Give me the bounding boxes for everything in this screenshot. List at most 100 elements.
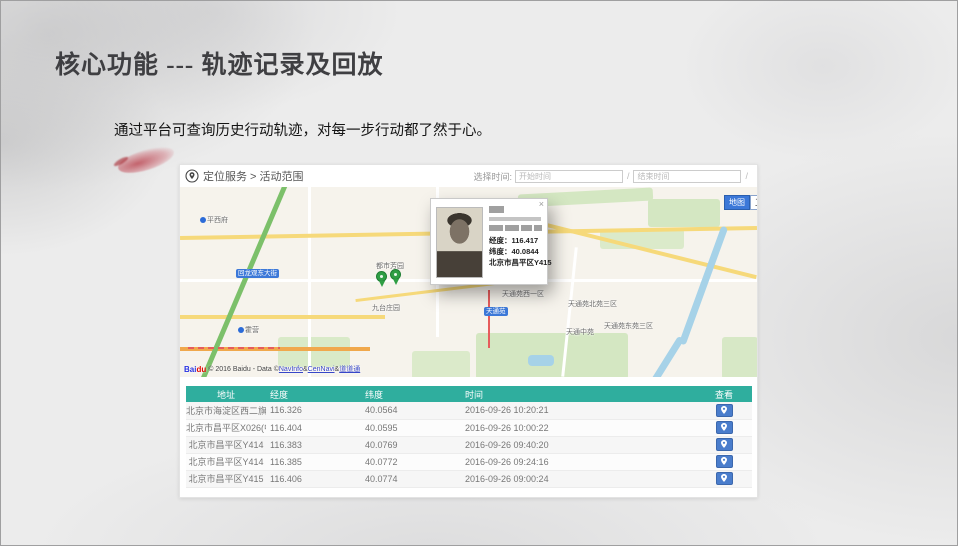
cell-longitude: 116.326 (266, 402, 361, 419)
redacted-datetime (489, 225, 546, 231)
map-label: 天通中苑 (566, 327, 594, 337)
table-header-row: 地址 经度 纬度 时间 查看 (186, 386, 752, 402)
main-road (180, 315, 385, 319)
breadcrumb: 定位服务 > 活动范围 (203, 168, 304, 184)
view-location-button[interactable] (716, 455, 733, 468)
cell-view (696, 436, 752, 453)
time-separator: / (745, 171, 748, 181)
start-time-input[interactable] (515, 170, 623, 183)
map-label: 天通苑北苑三区 (568, 299, 617, 309)
track-pin-marker[interactable] (376, 271, 387, 282)
page-title: 核心功能 --- 轨迹记录及回放 (55, 45, 383, 81)
satellite-view-button[interactable]: 卫星 (750, 195, 757, 210)
cell-latitude: 40.0774 (361, 470, 461, 487)
attribution-link-navinfo[interactable]: NavInfo (279, 366, 303, 373)
attribution-link-daodaotong[interactable]: 道道通 (339, 364, 360, 374)
track-polyline-segment (488, 290, 490, 348)
park-area (648, 199, 720, 227)
baidu-logo: Bai (184, 365, 196, 374)
app-screenshot-panel: 定位服务 > 活动范围 选择时间: / / (179, 164, 758, 498)
time-separator: / (627, 171, 630, 181)
river (647, 336, 685, 377)
attribution-link-cennavi[interactable]: CenNavi (308, 366, 335, 373)
track-table-wrap: 地址 经度 纬度 时间 查看 北京市海淀区西二旗中路 116.326 40.05… (186, 386, 751, 488)
cell-view (696, 470, 752, 487)
view-location-button[interactable] (716, 472, 733, 485)
map-attribution: Bai du © 2016 Baidu - Data © NavInfo & C… (184, 364, 360, 374)
cell-address: 北京市海淀区西二旗中路 (186, 402, 266, 419)
cell-longitude: 116.406 (266, 470, 361, 487)
table-row: 北京市海淀区西二旗中路 116.326 40.0564 2016-09-26 1… (186, 402, 752, 419)
map-label: 天通苑东苑三区 (604, 321, 653, 331)
cell-time: 2016-09-26 10:00:22 (461, 419, 696, 436)
cell-longitude: 116.385 (266, 453, 361, 470)
park-area (278, 337, 350, 367)
table-row: 北京市昌平区Y415 116.406 40.0774 2016-09-26 09… (186, 470, 752, 487)
col-header-latitude: 纬度 (361, 386, 461, 402)
map-label: 平西府 (200, 215, 228, 225)
park-area (412, 351, 470, 377)
cell-view (696, 453, 752, 470)
cell-longitude: 116.404 (266, 419, 361, 436)
map-label: 霍营 (238, 325, 259, 335)
cell-longitude: 116.383 (266, 436, 361, 453)
cell-latitude: 40.0564 (361, 402, 461, 419)
cell-address: 北京市昌平区Y415 (186, 470, 266, 487)
map-pin-icon (720, 457, 728, 466)
park-area (722, 337, 757, 377)
map-label: 回龙观东大街 (236, 269, 279, 278)
cell-latitude: 40.0772 (361, 453, 461, 470)
col-header-address: 地址 (186, 386, 266, 402)
cell-time: 2016-09-26 10:20:21 (461, 402, 696, 419)
cell-time: 2016-09-26 09:00:24 (461, 470, 696, 487)
table-row: 北京市昌平区Y414 116.385 40.0772 2016-09-26 09… (186, 453, 752, 470)
view-location-button[interactable] (716, 421, 733, 434)
time-filter-label: 选择时间: (473, 170, 512, 183)
map-view-button[interactable]: 地图 (724, 195, 750, 210)
track-table: 地址 经度 纬度 时间 查看 北京市海淀区西二旗中路 116.326 40.05… (186, 386, 752, 488)
location-pin-circle-icon (185, 169, 199, 183)
map-canvas[interactable]: 地图 卫星 Bai du © 2016 Baidu - Data © NavIn… (180, 187, 757, 377)
map-label: 天通苑西一区 (502, 289, 544, 299)
cell-address: 北京市昌平区X026(中东路) (186, 419, 266, 436)
map-pin-icon (720, 406, 728, 415)
col-header-longitude: 经度 (266, 386, 361, 402)
attribution-text: © 2016 Baidu - Data © (208, 366, 279, 373)
cell-view (696, 402, 752, 419)
map-type-control: 地图 卫星 (724, 195, 757, 210)
map-pin-icon (720, 440, 728, 449)
map-pin-icon (720, 423, 728, 432)
cell-latitude: 40.0769 (361, 436, 461, 453)
end-time-input[interactable] (633, 170, 741, 183)
redacted-subtitle (489, 217, 541, 221)
cell-time: 2016-09-26 09:24:16 (461, 453, 696, 470)
map-label: 都市芳园 (376, 261, 404, 271)
popup-text-block: 经度：116.417 纬度：40.0844 北京市昌平区Y415 (489, 206, 546, 268)
table-row: 北京市昌平区X026(中东路) 116.404 40.0595 2016-09-… (186, 419, 752, 436)
popup-longitude: 经度：116.417 (489, 235, 546, 246)
track-polyline-segment (188, 347, 280, 349)
view-location-button[interactable] (716, 404, 733, 417)
col-header-time: 时间 (461, 386, 696, 402)
river (679, 226, 728, 346)
app-header: 定位服务 > 活动范围 选择时间: / / (180, 165, 757, 187)
popup-latitude: 纬度：40.0844 (489, 246, 546, 257)
person-photo (436, 207, 483, 278)
table-body: 北京市海淀区西二旗中路 116.326 40.0564 2016-09-26 1… (186, 402, 752, 487)
cell-address: 北京市昌平区Y414 (186, 453, 266, 470)
track-pin-marker[interactable] (390, 269, 401, 280)
map-pin-icon (720, 474, 728, 483)
map-label: 天通苑 (484, 307, 508, 316)
table-row: 北京市昌平区Y414 116.383 40.0769 2016-09-26 09… (186, 436, 752, 453)
pond (528, 355, 554, 366)
page-subtitle: 通过平台可查询历史行动轨迹，对每一步行动都了然于心。 (114, 119, 491, 140)
map-label: 九台庄园 (372, 303, 400, 313)
cell-view (696, 419, 752, 436)
cell-latitude: 40.0595 (361, 419, 461, 436)
col-header-view: 查看 (696, 386, 752, 402)
person-info-popup: × 经度：116.417 纬度：40.0844 北京市昌平区Y415 (430, 198, 548, 285)
view-location-button[interactable] (716, 438, 733, 451)
baidu-logo-suffix: du (196, 365, 206, 374)
popup-address: 北京市昌平区Y415 (489, 257, 546, 268)
cell-time: 2016-09-26 09:40:20 (461, 436, 696, 453)
